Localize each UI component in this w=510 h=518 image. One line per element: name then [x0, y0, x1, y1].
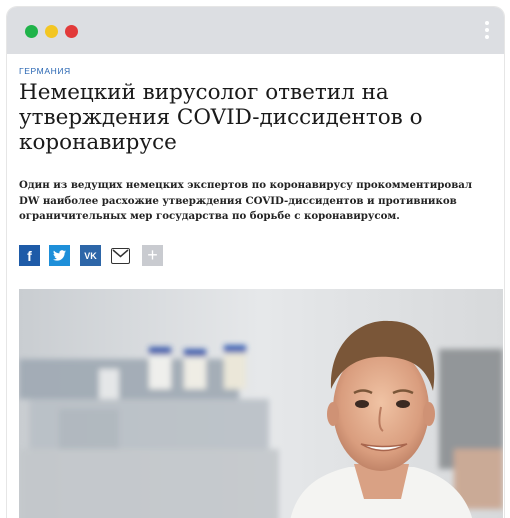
plus-icon: + — [147, 245, 158, 265]
article-kicker[interactable]: ГЕРМАНИЯ — [19, 66, 71, 76]
article-lead: Один из ведущих немецких экспертов по ко… — [19, 179, 473, 222]
portrait-photo — [19, 289, 503, 518]
facebook-icon: f — [27, 247, 32, 264]
more-vertical-icon[interactable] — [484, 21, 490, 43]
window-close-button[interactable] — [25, 25, 38, 38]
more-share-button[interactable]: + — [142, 245, 163, 266]
twitter-icon — [53, 250, 66, 261]
vk-share-button[interactable]: VK — [80, 245, 101, 266]
facebook-share-button[interactable]: f — [19, 245, 40, 266]
window-minimize-button[interactable] — [45, 25, 58, 38]
twitter-share-button[interactable] — [49, 245, 70, 266]
mail-icon — [112, 249, 129, 258]
article-headline: Немецкий вирусолог ответил на утверждени… — [19, 80, 423, 155]
browser-window: ГЕРМАНИЯ Немецкий вирусолог ответил на у… — [7, 7, 504, 518]
vk-icon: VK — [84, 250, 97, 261]
mail-share-button[interactable] — [111, 248, 130, 264]
title-bar — [7, 7, 504, 54]
article-photo[interactable] — [19, 289, 503, 518]
window-maximize-button[interactable] — [65, 25, 78, 38]
